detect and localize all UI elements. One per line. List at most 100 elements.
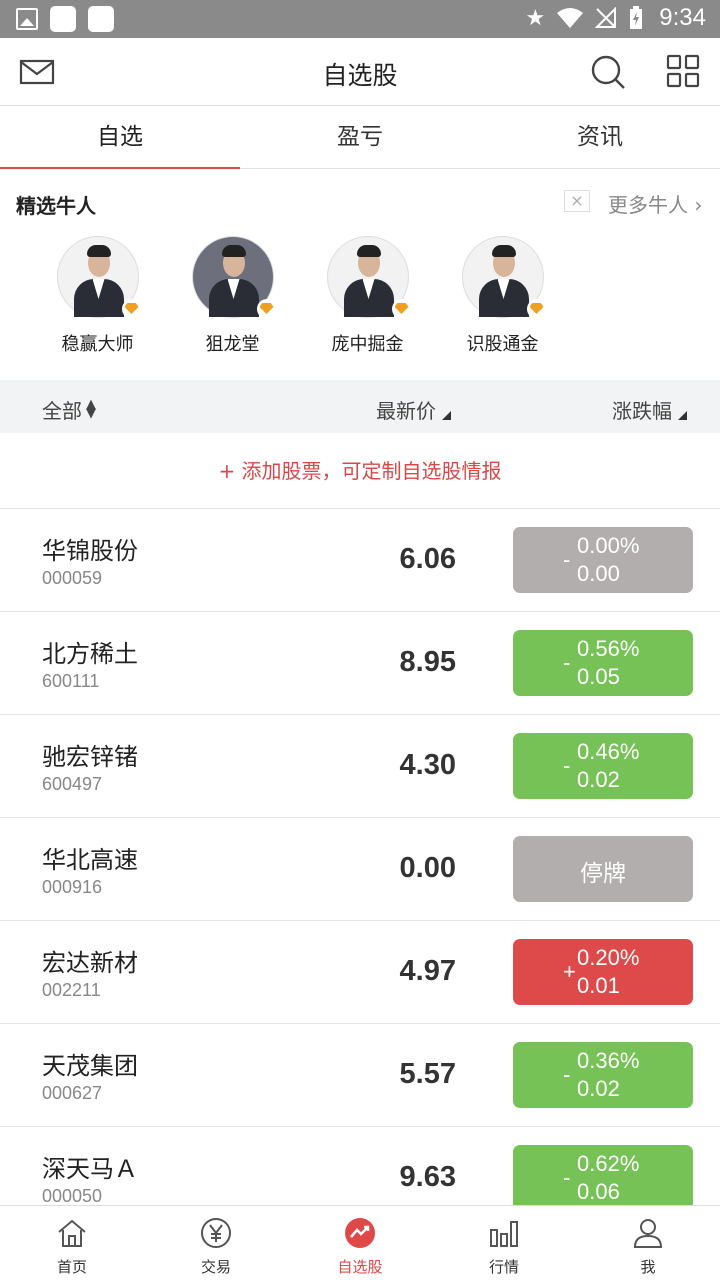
change-badge[interactable]: -0.46% 0.02 (513, 733, 693, 799)
nav-label: 首页 (56, 1258, 87, 1276)
stock-row[interactable]: 宏达新材 002211 4.97 +0.20% 0.01 (0, 921, 720, 1024)
nav-home[interactable]: 首页 (0, 1206, 144, 1280)
vip-badge-icon (256, 299, 277, 319)
stock-name: 宏达新材 (42, 949, 138, 977)
status-bar: ★ 9:34 (0, 0, 720, 38)
stock-name: 深天马Ａ (42, 1155, 138, 1183)
expert-item[interactable]: 狙龙堂 (165, 236, 300, 356)
sort-change-button[interactable]: 涨跌幅 (612, 395, 687, 424)
stock-row[interactable]: 华北高速 000916 0.00 停牌 (0, 818, 720, 921)
stock-row[interactable]: 驰宏锌锗 600497 4.30 -0.46% 0.02 (0, 715, 720, 818)
change-percent: 0.00% (577, 533, 640, 558)
expert-name: 识股通金 (466, 334, 539, 355)
stock-name: 北方稀土 (42, 640, 138, 668)
change-sign: - (563, 1165, 571, 1190)
filter-all-button[interactable]: 全部 ▲ ▼ (42, 395, 96, 424)
change-percent: 0.20% (577, 945, 640, 970)
bottom-nav: 首页 交易 自选股 行情 我 (0, 1205, 720, 1280)
halted-label: 停牌 (580, 861, 626, 887)
yen-icon (201, 1218, 231, 1248)
stock-price: 0.00 (399, 852, 456, 884)
change-badge[interactable]: 停牌 (513, 836, 693, 902)
tab-watchlist[interactable]: 自选 (0, 106, 240, 169)
sort-price-button[interactable]: 最新价 (376, 395, 451, 424)
change-percent: 0.56% (577, 636, 640, 661)
tab-bar: 自选 盈亏 资讯 (0, 106, 720, 169)
change-amount: 0.02 (577, 767, 620, 792)
change-sign: - (563, 547, 571, 572)
app-notification-icon (88, 6, 114, 32)
change-badge[interactable]: -0.56% 0.05 (513, 630, 693, 696)
wifi-icon (557, 8, 584, 28)
stock-price: 9.63 (399, 1161, 456, 1193)
expert-name: 庞中掘金 (331, 334, 404, 355)
experts-title: 精选牛人 (16, 194, 96, 218)
home-icon (58, 1219, 86, 1247)
stock-price: 5.57 (399, 1058, 456, 1090)
nav-trade[interactable]: 交易 (144, 1206, 288, 1280)
change-badge[interactable]: -0.00% 0.00 (513, 527, 693, 593)
sort-updown-icon: ▲ ▼ (86, 397, 96, 421)
search-icon[interactable] (588, 52, 628, 92)
change-badge[interactable]: -0.62% 0.06 (513, 1145, 693, 1205)
nav-watchlist[interactable]: 自选股 (288, 1206, 432, 1280)
list-column-header: 全部 ▲ ▼ 最新价 涨跌幅 (0, 380, 720, 433)
trend-icon (345, 1218, 375, 1248)
stock-name: 驰宏锌锗 (42, 743, 138, 771)
vip-badge-icon (121, 299, 142, 319)
change-badge[interactable]: +0.20% 0.01 (513, 939, 693, 1005)
tab-news[interactable]: 资讯 (480, 106, 720, 168)
expert-item[interactable]: 稳赢大师 (30, 236, 165, 356)
person-icon (633, 1219, 663, 1248)
stock-name: 华锦股份 (42, 537, 138, 565)
stock-price: 8.95 (399, 646, 456, 678)
expert-name: 稳赢大师 (61, 334, 134, 355)
add-stock-button[interactable]: + 添加股票，可定制自选股情报 (0, 433, 720, 509)
top-header: 自选股 (0, 38, 720, 106)
price-column-label: 最新价 (376, 399, 436, 423)
vip-badge-icon (526, 299, 547, 319)
no-signal-icon (595, 7, 617, 28)
stock-row[interactable]: 北方稀土 600111 8.95 -0.56% 0.05 (0, 612, 720, 715)
stock-list: 华锦股份 000059 6.06-0.00% 0.00 北方稀土 600111 8.95-0… (0, 509, 720, 1205)
stock-price: 4.30 (399, 749, 456, 781)
battery-icon (630, 6, 643, 29)
grid-menu-icon[interactable] (664, 52, 704, 92)
more-experts-link[interactable]: 更多牛人 › (608, 189, 702, 218)
stock-row[interactable]: 深天马Ａ 000050 9.63 -0.62% 0.06 (0, 1127, 720, 1205)
avatar (191, 236, 277, 319)
sort-triangle-icon (442, 411, 451, 420)
avatar (326, 236, 412, 319)
expert-item[interactable]: 识股通金 (435, 236, 570, 356)
filter-all-label: 全部 (42, 399, 82, 423)
avatar (56, 236, 142, 319)
stock-code: 000050 (42, 1186, 103, 1205)
vip-badge-icon (391, 299, 412, 319)
sort-triangle-icon (678, 411, 687, 420)
stock-price: 4.97 (399, 955, 456, 987)
change-sign: - (563, 753, 571, 778)
stock-row[interactable]: 天茂集团 000627 5.57 -0.36% 0.02 (0, 1024, 720, 1127)
nav-label: 交易 (200, 1258, 231, 1276)
nav-label: 行情 (488, 1258, 519, 1276)
change-percent: 0.36% (577, 1048, 640, 1073)
featured-experts-section: 精选牛人 × 更多牛人 › 稳赢大师 狙龙堂 庞中掘金 识股通金 (0, 170, 720, 380)
change-amount: 0.05 (577, 664, 620, 689)
change-column-label: 涨跌幅 (612, 399, 672, 423)
close-experts-button[interactable]: × (564, 190, 590, 212)
nav-market[interactable]: 行情 (432, 1206, 576, 1280)
change-sign: - (563, 650, 571, 675)
change-amount: 0.02 (577, 1076, 620, 1101)
nav-me[interactable]: 我 (576, 1206, 720, 1280)
expert-item[interactable]: 庞中掘金 (300, 236, 435, 356)
change-percent: 0.46% (577, 739, 640, 764)
tab-profit-loss[interactable]: 盈亏 (240, 106, 480, 168)
change-sign: + (563, 959, 576, 984)
stock-code: 002211 (42, 980, 101, 1000)
stock-code: 000059 (42, 568, 103, 588)
stock-code: 000627 (42, 1083, 103, 1103)
change-percent: 0.62% (577, 1151, 640, 1176)
change-badge[interactable]: -0.36% 0.02 (513, 1042, 693, 1108)
stock-name: 华北高速 (42, 846, 138, 874)
stock-row[interactable]: 华锦股份 000059 6.06 -0.00% 0.00 (0, 509, 720, 612)
